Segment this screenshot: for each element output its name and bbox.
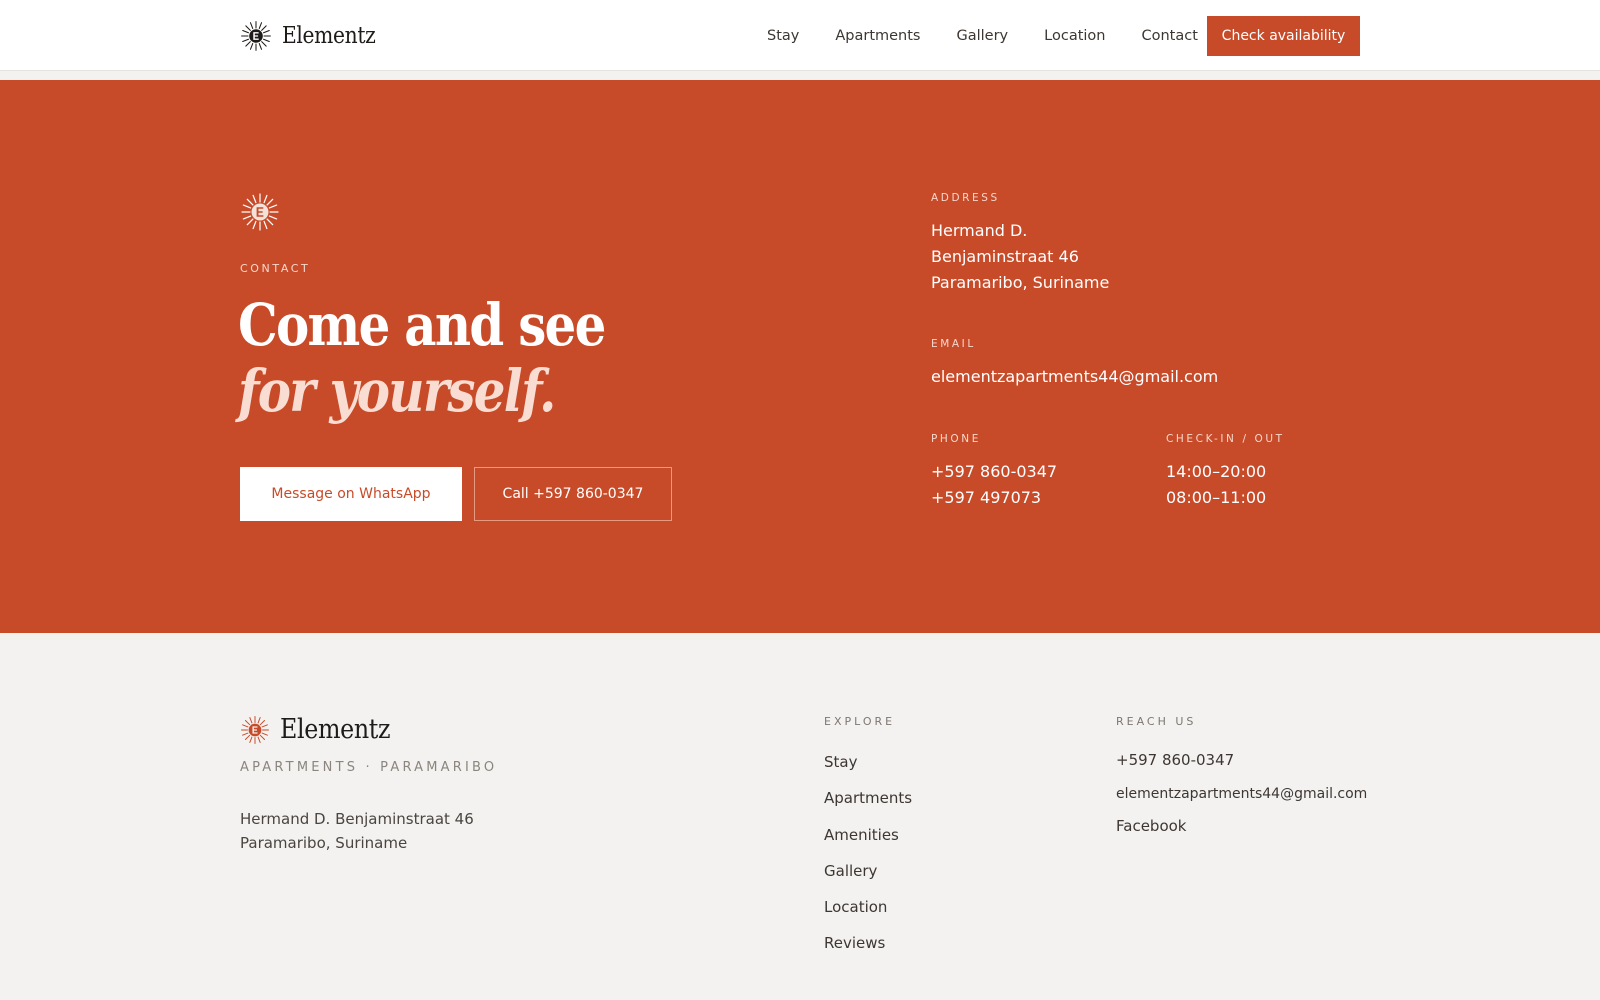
explore-label: EXPLORE — [824, 715, 896, 728]
main-nav: Stay Apartments Gallery Location Contact — [767, 0, 1198, 71]
footer-address: Hermand D. Benjaminstraat 46 Paramaribo,… — [240, 807, 474, 855]
footer-brand-name: Elementz — [280, 714, 391, 745]
nav-apartments[interactable]: Apartments — [835, 28, 920, 44]
phone-label: PHONE — [931, 433, 981, 445]
checkin-block: CHECK-IN / OUT 14:00–20:00 08:00–11:00 — [1166, 433, 1285, 511]
headline-line-2: for yourself. — [238, 357, 556, 425]
footer-subtitle: APARTMENTS · PARAMARIBO — [240, 760, 498, 775]
explore-column: EXPLORE Stay Apartments Amenities Galler… — [824, 715, 912, 970]
email-link[interactable]: elementzapartments44@gmail.com — [931, 364, 1218, 390]
footer-link-location[interactable]: Location — [824, 898, 887, 916]
address-line: Hermand D. — [931, 221, 1028, 240]
reach-column: REACH US +597 860-0347 elementzapartment… — [1116, 715, 1367, 849]
footer-link-gallery[interactable]: Gallery — [824, 862, 877, 880]
sunburst-logo-icon — [241, 193, 279, 231]
sunburst-logo-icon — [241, 715, 269, 744]
footer-brand-link[interactable]: Elementz — [240, 714, 405, 745]
site-header: Elementz Stay Apartments Gallery Locatio… — [0, 0, 1600, 71]
explore-links: Stay Apartments Amenities Gallery Locati… — [824, 752, 912, 970]
footer-address-line: Hermand D. Benjaminstraat 46 — [240, 810, 474, 828]
nav-location[interactable]: Location — [1044, 28, 1105, 44]
footer-link-stay[interactable]: Stay — [824, 753, 857, 771]
contact-headline: Come and see for yourself. — [238, 291, 606, 425]
call-button[interactable]: Call +597 860-0347 — [474, 467, 672, 521]
nav-stay[interactable]: Stay — [767, 28, 799, 44]
footer-link-amenities[interactable]: Amenities — [824, 826, 899, 844]
phone-link[interactable]: +597 497073 — [931, 485, 1057, 511]
phone-link[interactable]: +597 860-0347 — [931, 459, 1057, 485]
checkout-time: 08:00–11:00 — [1166, 488, 1267, 507]
nav-contact[interactable]: Contact — [1141, 28, 1197, 44]
check-availability-button[interactable]: Check availability — [1207, 16, 1360, 56]
address-block: ADDRESS Hermand D. Benjaminstraat 46 Par… — [931, 192, 1109, 296]
checkin-time: 14:00–20:00 — [1166, 462, 1267, 481]
sunburst-logo-icon — [241, 21, 271, 51]
email-label: EMAIL — [931, 338, 976, 350]
reach-links: +597 860-0347 elementzapartments44@gmail… — [1116, 750, 1367, 835]
contact-section: CONTACT Come and see for yourself. Messa… — [0, 80, 1600, 633]
site-footer: Elementz APARTMENTS · PARAMARIBO Hermand… — [0, 633, 1600, 1000]
footer-link-reviews[interactable]: Reviews — [824, 934, 885, 952]
whatsapp-button[interactable]: Message on WhatsApp — [240, 467, 462, 521]
footer-email-link[interactable]: elementzapartments44@gmail.com — [1116, 786, 1367, 802]
phone-block: PHONE +597 860-0347 +597 497073 — [931, 433, 1057, 511]
address-line: Paramaribo, Suriname — [931, 273, 1110, 292]
brand-name: Elementz — [282, 23, 376, 49]
address-line: Benjaminstraat 46 — [931, 247, 1079, 266]
address-label: ADDRESS — [931, 192, 1000, 204]
reach-label: REACH US — [1116, 715, 1197, 728]
brand-home-link[interactable]: Elementz — [240, 16, 388, 56]
footer-phone-link[interactable]: +597 860-0347 — [1116, 751, 1234, 769]
email-block: EMAIL elementzapartments44@gmail.com — [931, 338, 1218, 390]
footer-address-line: Paramaribo, Suriname — [240, 834, 408, 852]
footer-link-apartments[interactable]: Apartments — [824, 789, 912, 807]
footer-facebook-link[interactable]: Facebook — [1116, 817, 1186, 835]
headline-line-1: Come and see — [238, 291, 606, 359]
checkin-label: CHECK-IN / OUT — [1166, 433, 1285, 445]
nav-gallery[interactable]: Gallery — [957, 28, 1009, 44]
contact-eyebrow: CONTACT — [240, 262, 311, 275]
